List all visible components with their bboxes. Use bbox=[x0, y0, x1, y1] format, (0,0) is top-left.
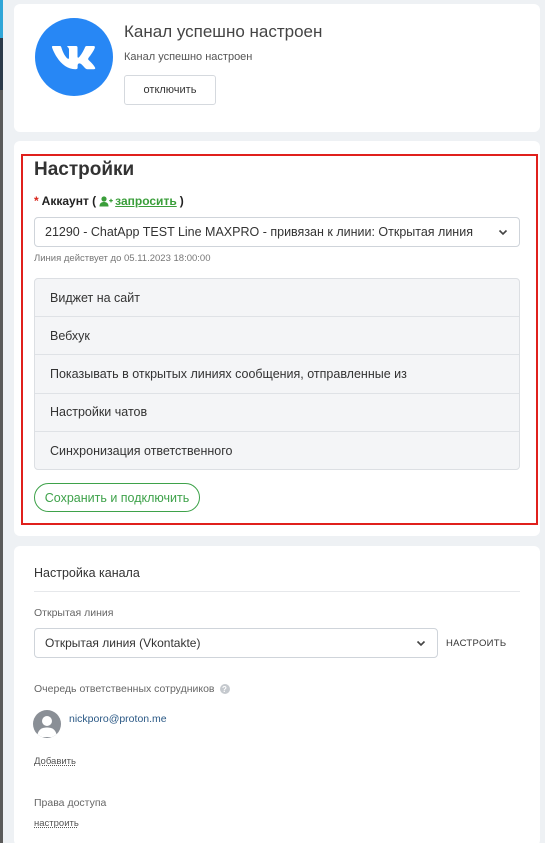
chevron-down-icon bbox=[416, 640, 426, 647]
account-select-value: 21290 - ChatApp TEST Line MAXPRO - привя… bbox=[45, 225, 473, 239]
open-line-label: Открытая линия bbox=[34, 607, 114, 619]
channel-settings-title: Настройка канала bbox=[34, 566, 140, 580]
accordion-item-show-messages[interactable]: Показывать в открытых линиях сообщения, … bbox=[35, 355, 519, 394]
disconnect-button[interactable]: отключить bbox=[124, 75, 216, 105]
configure-access-link[interactable]: настроить bbox=[34, 818, 79, 829]
request-account-link[interactable]: запросить bbox=[99, 194, 177, 208]
account-label-end: ) bbox=[179, 194, 184, 208]
request-link-text[interactable]: запросить bbox=[115, 194, 177, 208]
channel-status-card: Канал успешно настроен Канал успешно нас… bbox=[14, 4, 540, 132]
account-label: * Аккаунт ( запросить ) bbox=[34, 194, 184, 208]
account-label-text: Аккаунт ( bbox=[41, 194, 97, 208]
channel-status-subtitle: Канал успешно настроен bbox=[124, 51, 253, 63]
account-select[interactable]: 21290 - ChatApp TEST Line MAXPRO - привя… bbox=[34, 217, 520, 247]
open-line-select[interactable]: Открытая линия (Vkontakte) bbox=[34, 628, 438, 658]
avatar bbox=[33, 710, 61, 738]
add-employee-link[interactable]: Добавить bbox=[34, 756, 76, 767]
vk-logo-icon bbox=[35, 18, 113, 96]
required-mark: * bbox=[34, 194, 39, 208]
add-user-icon bbox=[99, 195, 113, 206]
line-valid-until: Линия действует до 05.11.2023 18:00:00 bbox=[34, 253, 211, 264]
accordion-item-sync-responsible[interactable]: Синхронизация ответственного bbox=[35, 432, 519, 470]
configure-open-line-button[interactable]: настроить bbox=[446, 633, 506, 653]
user-email-link[interactable]: nickporo@proton.me bbox=[69, 713, 167, 725]
divider bbox=[34, 591, 520, 592]
settings-title: Настройки bbox=[34, 159, 135, 180]
open-line-select-value: Открытая линия (Vkontakte) bbox=[45, 636, 201, 650]
access-rights-label: Права доступа bbox=[34, 797, 107, 809]
help-icon[interactable]: ? bbox=[219, 684, 230, 694]
chevron-down-icon bbox=[498, 229, 508, 236]
accordion-item-widget[interactable]: Виджет на сайт bbox=[35, 279, 519, 318]
user-icon bbox=[37, 716, 57, 737]
settings-accordion: Виджет на сайт Вебхук Показывать в откры… bbox=[34, 278, 520, 470]
save-and-connect-button[interactable]: Сохранить и подключить bbox=[34, 483, 200, 512]
queue-label-text: Очередь ответственных сотрудников bbox=[34, 683, 215, 695]
queue-label: Очередь ответственных сотрудников ? bbox=[34, 683, 230, 695]
left-edge-strip bbox=[0, 0, 3, 843]
accordion-item-webhook[interactable]: Вебхук bbox=[35, 317, 519, 356]
channel-status-title: Канал успешно настроен bbox=[124, 22, 323, 41]
accordion-item-chat-settings[interactable]: Настройки чатов bbox=[35, 394, 519, 432]
